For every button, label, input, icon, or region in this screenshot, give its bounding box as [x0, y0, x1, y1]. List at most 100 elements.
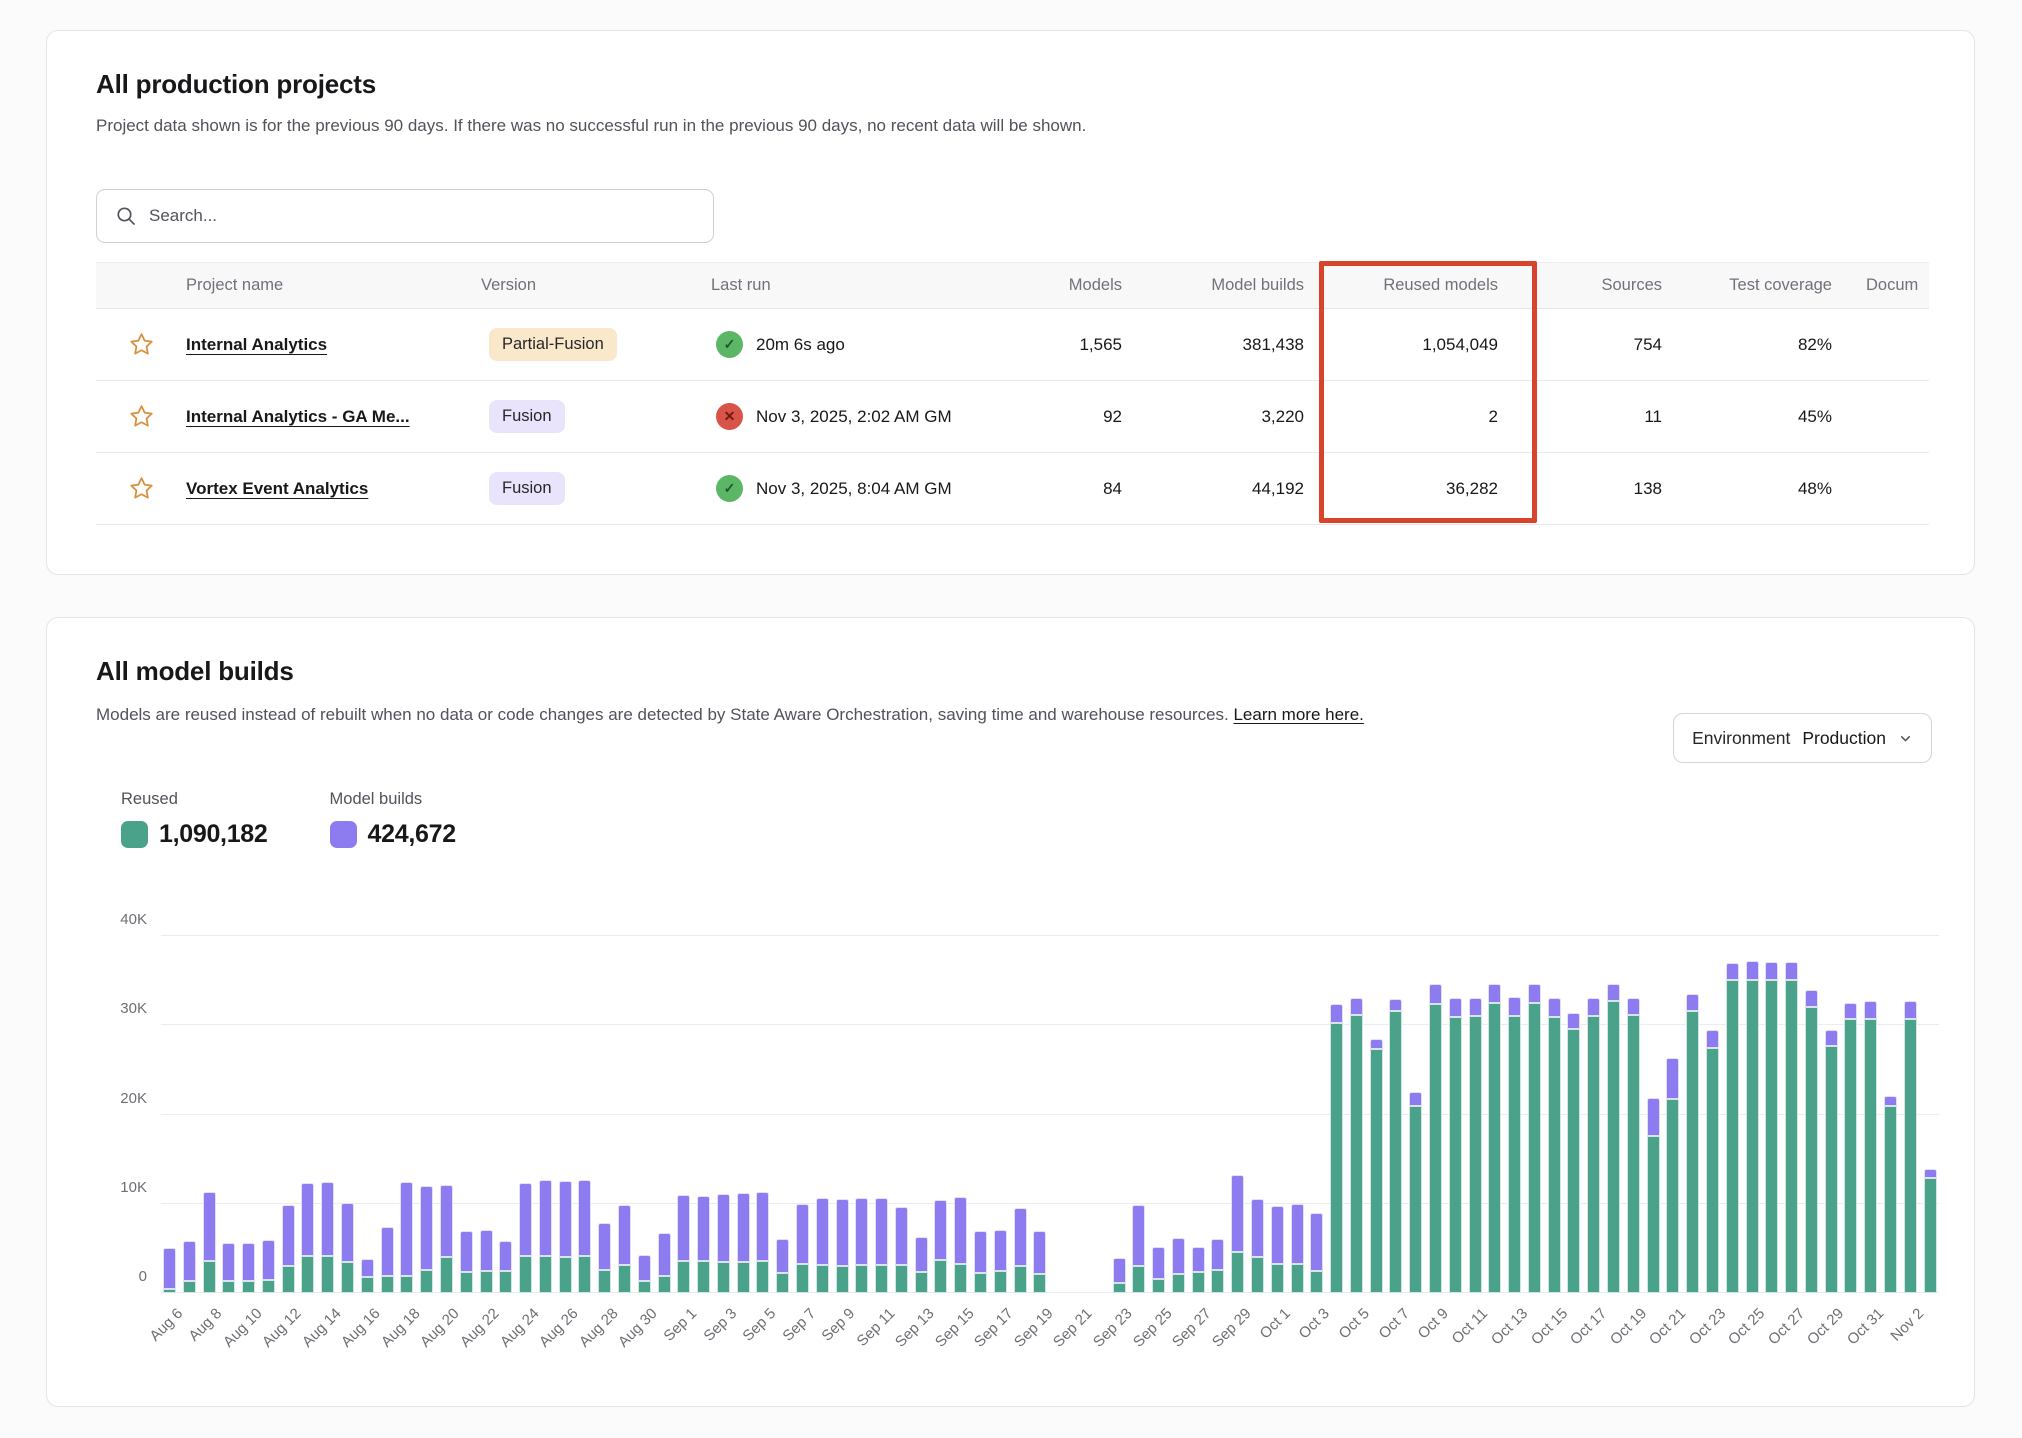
model-builds-segment — [163, 1248, 176, 1290]
x-axis-tick-label: Aug 6 — [146, 1305, 186, 1345]
model-builds-segment — [954, 1197, 967, 1264]
x-axis-tick-label: Oct 5 — [1336, 1305, 1373, 1342]
reused-segment — [1113, 1283, 1126, 1293]
bar-oct-11: Oct 11 — [1469, 936, 1482, 1293]
reused-segment — [875, 1265, 888, 1293]
model-builds-segment — [1350, 998, 1363, 1015]
project-name-link[interactable]: Internal Analytics — [186, 335, 327, 354]
column-header-Docum: Docum — [1846, 276, 1929, 295]
x-axis-tick-label: Aug 30 — [615, 1305, 661, 1351]
x-axis-tick-label: Oct 1 — [1256, 1305, 1293, 1342]
last-run-time: Nov 3, 2025, 2:02 AM GM — [756, 407, 952, 427]
model-builds-segment — [1251, 1199, 1264, 1257]
model-builds-value: 381,438 — [1136, 335, 1318, 355]
bar-aug-20: Aug 20 — [440, 936, 453, 1293]
bar-aug-19 — [420, 936, 433, 1293]
bar-oct-21: Oct 21 — [1666, 936, 1679, 1293]
legend-value: 424,672 — [368, 820, 456, 849]
chevron-down-icon — [1898, 731, 1913, 746]
bar-aug-6: Aug 6 — [163, 936, 176, 1293]
project-name-link[interactable]: Internal Analytics - GA Me... — [186, 407, 410, 426]
model-builds-segment — [1805, 990, 1818, 1007]
reused-segment — [480, 1271, 493, 1293]
builds-card-description: Models are reused instead of rebuilt whe… — [47, 704, 1547, 726]
bar-sep-29: Sep 29 — [1231, 936, 1244, 1293]
bar-aug-28: Aug 28 — [598, 936, 611, 1293]
x-axis-tick-label: Oct 29 — [1804, 1305, 1847, 1348]
project-name-link[interactable]: Vortex Event Analytics — [186, 479, 368, 498]
run-success-icon: ✓ — [716, 475, 743, 502]
x-axis-tick-label: Sep 21 — [1050, 1305, 1096, 1351]
learn-more-link[interactable]: Learn more here. — [1233, 705, 1363, 724]
column-header-Reused models: Reused models — [1318, 276, 1536, 295]
model-builds-segment — [934, 1200, 947, 1260]
reused-segment — [717, 1262, 730, 1293]
bar-sep-13: Sep 13 — [915, 936, 928, 1293]
bar-sep-2 — [697, 936, 710, 1293]
reused-segment — [1152, 1279, 1165, 1293]
environment-dropdown[interactable]: Environment Production — [1673, 713, 1932, 763]
bar-oct-15: Oct 15 — [1548, 936, 1561, 1293]
reused-segment — [1172, 1274, 1185, 1293]
reused-segment — [519, 1256, 532, 1293]
favorite-star-icon[interactable] — [127, 403, 155, 431]
legend-label: Reused — [121, 790, 268, 809]
last-run-time: 20m 6s ago — [756, 335, 845, 355]
reused-segment — [1508, 1016, 1521, 1293]
model-builds-segment — [1785, 962, 1798, 980]
bar-sep-5: Sep 5 — [756, 936, 769, 1293]
bar-sep-17: Sep 17 — [994, 936, 1007, 1293]
reused-segment — [381, 1276, 394, 1293]
reused-segment — [1548, 1017, 1561, 1293]
chart-legend: Reused1,090,182Model builds424,672 — [121, 790, 456, 849]
model-builds-segment — [1014, 1208, 1027, 1266]
bar-oct-1: Oct 1 — [1271, 936, 1284, 1293]
project-search[interactable] — [96, 189, 714, 243]
sources-value: 754 — [1536, 335, 1676, 355]
model-builds-segment — [242, 1243, 255, 1281]
model-builds-segment — [1310, 1213, 1323, 1271]
projects-card-subtitle: Project data shown is for the previous 9… — [47, 115, 1974, 137]
bar-sep-19: Sep 19 — [1033, 936, 1046, 1293]
reused-segment — [1271, 1264, 1284, 1293]
favorite-star-icon[interactable] — [127, 331, 155, 359]
favorite-star-icon[interactable] — [127, 475, 155, 503]
x-axis-tick-label: Aug 18 — [378, 1305, 424, 1351]
model-builds-segment — [1864, 1001, 1877, 1019]
bar-oct-18 — [1607, 936, 1620, 1293]
model-builds-segment — [1844, 1003, 1857, 1019]
reused-segment — [1014, 1266, 1027, 1293]
bar-aug-22: Aug 22 — [480, 936, 493, 1293]
reused-segment — [974, 1273, 987, 1293]
model-builds-segment — [836, 1199, 849, 1266]
reused-segment — [361, 1277, 374, 1293]
bar-sep-24 — [1132, 936, 1145, 1293]
table-body: Internal AnalyticsPartial-Fusion✓20m 6s … — [96, 309, 1929, 525]
model-builds-value: 44,192 — [1136, 479, 1318, 499]
model-builds-segment — [1231, 1175, 1244, 1252]
run-success-icon: ✓ — [716, 331, 743, 358]
reused-segment — [1924, 1178, 1937, 1293]
model-builds-segment — [638, 1255, 651, 1281]
environment-label: Environment — [1692, 728, 1790, 749]
bar-aug-15 — [341, 936, 354, 1293]
search-input[interactable] — [149, 206, 695, 226]
reused-segment — [836, 1266, 849, 1293]
x-axis-tick-label: Aug 14 — [299, 1305, 345, 1351]
model-builds-segment — [222, 1243, 235, 1281]
reused-segment — [1251, 1257, 1264, 1293]
reused-segment — [677, 1261, 690, 1293]
reused-segment — [1310, 1271, 1323, 1293]
bar-aug-12: Aug 12 — [282, 936, 295, 1293]
bar-oct-16 — [1567, 936, 1580, 1293]
bar-oct-9: Oct 9 — [1429, 936, 1442, 1293]
model-builds-segment — [1192, 1247, 1205, 1272]
bar-oct-12 — [1488, 936, 1501, 1293]
x-axis-tick-label: Oct 19 — [1607, 1305, 1650, 1348]
model-builds-segment — [1567, 1013, 1580, 1029]
x-axis-tick-label: Sep 23 — [1090, 1305, 1136, 1351]
reused-segment — [598, 1270, 611, 1293]
y-axis-tick-label: 20K — [120, 1090, 147, 1107]
bar-nov-1 — [1884, 936, 1897, 1293]
model-builds-segment — [341, 1203, 354, 1262]
